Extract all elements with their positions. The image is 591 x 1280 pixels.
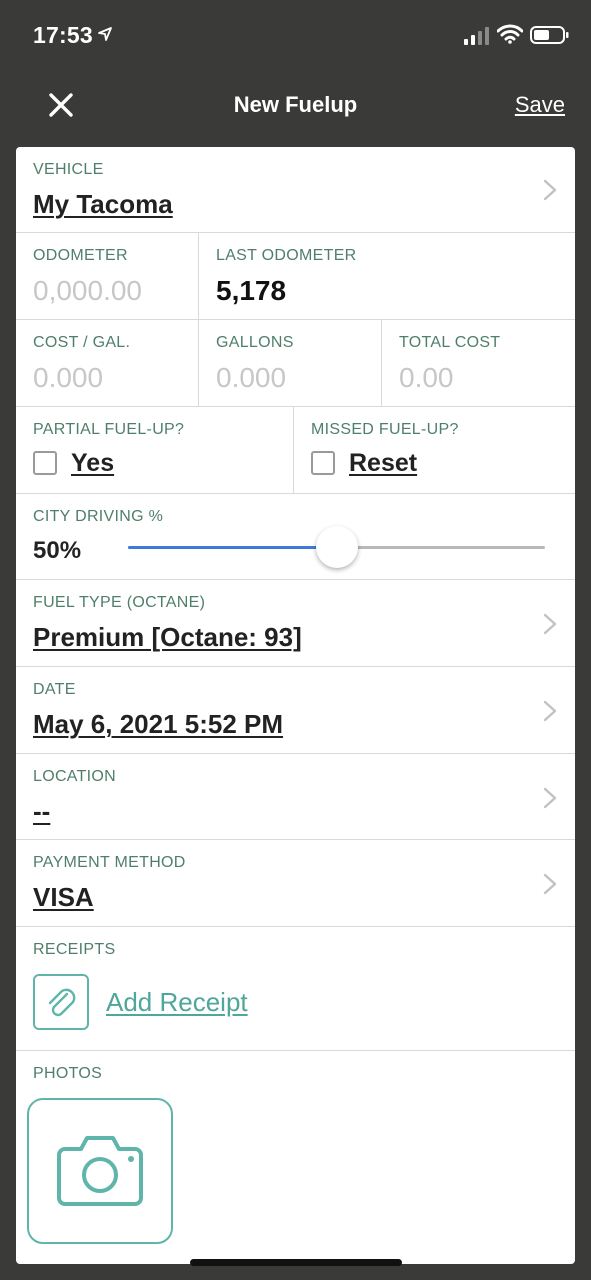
- add-photo-button[interactable]: [27, 1098, 173, 1244]
- partial-fuelup-option[interactable]: Yes: [71, 449, 114, 478]
- missed-fuelup-option[interactable]: Reset: [349, 449, 417, 478]
- fuel-type-label: FUEL TYPE (OCTANE): [33, 594, 206, 611]
- chevron-right-icon: [543, 873, 557, 895]
- total-cost-input[interactable]: 0.00: [399, 362, 454, 394]
- save-button[interactable]: Save: [515, 92, 565, 118]
- cost-per-gallon-label: COST / GAL.: [33, 334, 131, 351]
- camera-icon: [57, 1136, 143, 1206]
- city-driving-row: CITY DRIVING % 50%: [16, 494, 575, 580]
- chevron-right-icon: [543, 613, 557, 635]
- paperclip-icon: [48, 988, 76, 1017]
- chevron-right-icon: [543, 179, 557, 201]
- wifi-icon: [497, 24, 523, 44]
- total-cost-label: TOTAL COST: [399, 334, 501, 351]
- nav-bar: New Fuelup Save: [0, 70, 591, 140]
- date-row[interactable]: DATE May 6, 2021 5:52 PM: [16, 667, 575, 754]
- fuel-type-row[interactable]: FUEL TYPE (OCTANE) Premium [Octane: 93]: [16, 580, 575, 667]
- gallons-field[interactable]: GALLONS 0.000: [199, 320, 381, 406]
- missed-fuelup-label: MISSED FUEL-UP?: [311, 421, 459, 438]
- fuelup-form: VEHICLE My Tacoma ODOMETER 0,000.00 LAST…: [16, 147, 575, 1264]
- location-label: LOCATION: [33, 768, 117, 785]
- home-indicator: [190, 1259, 402, 1266]
- photos-label: PHOTOS: [33, 1065, 103, 1082]
- missed-fuelup-checkbox[interactable]: [311, 451, 335, 475]
- gallons-input[interactable]: 0.000: [216, 362, 286, 394]
- cost-per-gallon-input[interactable]: 0.000: [33, 362, 103, 394]
- slider-fill: [128, 546, 337, 549]
- add-receipt-link[interactable]: Add Receipt: [106, 987, 248, 1018]
- partial-fuelup-label: PARTIAL FUEL-UP?: [33, 421, 185, 438]
- status-bar: 17:53: [0, 0, 591, 70]
- vehicle-label: VEHICLE: [33, 161, 104, 178]
- payment-method-value[interactable]: VISA: [33, 882, 94, 913]
- cost-row: COST / GAL. 0.000 GALLONS 0.000 TOTAL CO…: [16, 320, 575, 407]
- last-odometer-label: LAST ODOMETER: [216, 247, 357, 264]
- attach-receipt-button[interactable]: [33, 974, 89, 1030]
- city-driving-slider[interactable]: [128, 526, 545, 568]
- status-time: 17:53: [33, 22, 93, 48]
- odometer-input[interactable]: 0,000.00: [33, 275, 142, 307]
- location-arrow-icon: [98, 27, 112, 41]
- location-value[interactable]: --: [33, 796, 50, 827]
- odometer-row: ODOMETER 0,000.00 LAST ODOMETER 5,178: [16, 233, 575, 320]
- battery-icon: [530, 26, 569, 44]
- odometer-label: ODOMETER: [33, 247, 128, 264]
- last-odometer-field: LAST ODOMETER 5,178: [199, 233, 575, 319]
- partial-fuelup-field: PARTIAL FUEL-UP? Yes: [16, 407, 293, 493]
- vehicle-row[interactable]: VEHICLE My Tacoma: [16, 147, 575, 233]
- page-title: New Fuelup: [233, 92, 358, 117]
- date-label: DATE: [33, 681, 76, 698]
- vehicle-value[interactable]: My Tacoma: [33, 189, 173, 220]
- cellular-signal-icon: [464, 27, 489, 45]
- missed-fuelup-field: MISSED FUEL-UP? Reset: [294, 407, 575, 493]
- receipts-label: RECEIPTS: [33, 941, 116, 958]
- city-driving-label: CITY DRIVING %: [33, 508, 164, 525]
- payment-method-label: PAYMENT METHOD: [33, 854, 186, 871]
- chevron-right-icon: [543, 700, 557, 722]
- last-odometer-value: 5,178: [216, 275, 287, 306]
- odometer-field[interactable]: ODOMETER 0,000.00: [16, 233, 198, 319]
- total-cost-field[interactable]: TOTAL COST 0.00: [382, 320, 575, 406]
- receipts-row: RECEIPTS Add Receipt: [16, 927, 575, 1051]
- date-value[interactable]: May 6, 2021 5:52 PM: [33, 709, 283, 740]
- fuel-type-value[interactable]: Premium [Octane: 93]: [33, 622, 302, 653]
- city-driving-value: 50%: [33, 537, 82, 564]
- cost-per-gallon-field[interactable]: COST / GAL. 0.000: [16, 320, 198, 406]
- gallons-label: GALLONS: [216, 334, 294, 351]
- location-row[interactable]: LOCATION --: [16, 754, 575, 840]
- payment-method-row[interactable]: PAYMENT METHOD VISA: [16, 840, 575, 927]
- fuelup-flags-row: PARTIAL FUEL-UP? Yes MISSED FUEL-UP? Res…: [16, 407, 575, 494]
- chevron-right-icon: [543, 787, 557, 809]
- partial-fuelup-checkbox[interactable]: [33, 451, 57, 475]
- slider-thumb[interactable]: [316, 526, 358, 568]
